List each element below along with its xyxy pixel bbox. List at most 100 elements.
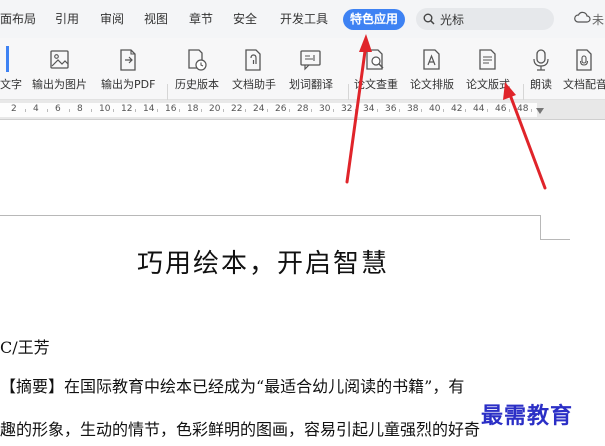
ruler-tick	[487, 109, 488, 112]
ruler-number: 46	[495, 104, 507, 114]
ruler-number: 14	[143, 104, 155, 114]
ruler-tick	[135, 109, 136, 112]
ruler-tick	[333, 109, 334, 112]
paper-layout-label: 论文排版	[410, 78, 454, 91]
menu-tab-bar: 面布局 引用 审阅 视图 章节 安全 开发工具 特色应用 光标 未	[0, 0, 605, 38]
tab-security[interactable]: 安全	[233, 11, 257, 27]
horizontal-ruler[interactable]: 2 4 6 8 10 12 14 16 18 20 22 24 26 28 30 32 34 36 38 40 42 44…	[0, 100, 605, 120]
ruler-number: 24	[253, 104, 265, 114]
page-margin-corner-ext	[540, 239, 570, 240]
page-margin-line	[0, 215, 540, 216]
export-image-button[interactable]: 输出为图片	[32, 46, 87, 91]
paper-layout-button[interactable]: 论文排版	[410, 46, 454, 91]
ruler-tick	[25, 109, 26, 112]
ruler-tick	[465, 109, 466, 112]
paper-check-icon	[364, 46, 388, 72]
document-title[interactable]: 巧用绘本，开启智慧	[137, 243, 389, 280]
ruler-number: 34	[363, 104, 375, 114]
cloud-icon[interactable]	[574, 10, 591, 24]
read-aloud-icon	[530, 46, 552, 72]
ribbon-toolbar: 文字 输出为图片 输出为PDF 历史版本 文档助手 划词翻译 论文查重 论文排版…	[0, 38, 605, 100]
ribbon-separator	[167, 84, 168, 100]
read-aloud-button[interactable]: 朗读	[530, 46, 552, 91]
ruler-number: 12	[121, 104, 133, 114]
ruler-number: 10	[99, 104, 111, 114]
abstract-line-1[interactable]: 【摘要】在国际教育中绘本已经成为“最适合幼儿阅读的书籍”，有	[0, 373, 464, 397]
doc-dubbing-button[interactable]: 文档配音	[563, 46, 605, 91]
ribbon-separator	[348, 84, 349, 100]
ruler-number: 22	[231, 104, 243, 114]
tab-view[interactable]: 视图	[144, 11, 168, 27]
paper-format-icon	[476, 46, 500, 72]
ruler-number: 4	[33, 104, 39, 114]
document-author[interactable]: C/王芳	[0, 334, 50, 358]
ruler-tick	[399, 109, 400, 112]
ruler-tick	[91, 109, 92, 112]
tab-review[interactable]: 审阅	[100, 11, 124, 27]
tab-special-apps[interactable]: 特色应用	[343, 9, 406, 30]
indent-marker-icon[interactable]	[536, 108, 544, 116]
history-version-icon	[186, 46, 208, 72]
ruler-number: 2	[11, 104, 17, 114]
ruler-number: 18	[187, 104, 199, 114]
ruler-tick	[113, 109, 114, 112]
ruler-number: 32	[341, 104, 353, 114]
export-image-label: 输出为图片	[32, 78, 87, 91]
image-to-text-label: 文字	[0, 78, 22, 91]
ruler-number: 6	[55, 104, 61, 114]
tab-developer-tools[interactable]: 开发工具	[280, 11, 328, 27]
cloud-label: 未	[592, 13, 605, 27]
ruler-number: 8	[77, 104, 83, 114]
paper-format-button[interactable]: 论文版式	[466, 46, 510, 91]
export-pdf-icon	[117, 46, 139, 72]
search-box[interactable]: 光标	[416, 8, 554, 30]
ruler-number: 26	[275, 104, 287, 114]
ruler-tick	[157, 109, 158, 112]
ruler-tick	[47, 109, 48, 112]
doc-dubbing-label: 文档配音	[563, 78, 605, 91]
ruler-number: 42	[451, 104, 463, 114]
tab-references[interactable]: 引用	[55, 11, 79, 27]
ruler-tick	[377, 109, 378, 112]
read-aloud-label: 朗读	[530, 78, 552, 91]
ruler-number: 16	[165, 104, 177, 114]
ruler-number: 44	[473, 104, 485, 114]
ribbon-separator	[523, 84, 524, 100]
ruler-number: 20	[209, 104, 221, 114]
ruler-number: 36	[385, 104, 397, 114]
page-margin-corner	[540, 215, 541, 239]
ruler-tick	[421, 109, 422, 112]
word-translate-button[interactable]: 划词翻译	[289, 46, 333, 91]
image-to-text-icon	[6, 46, 16, 72]
ruler-tick	[69, 109, 70, 112]
paper-layout-icon	[420, 46, 444, 72]
ruler-tick	[311, 109, 312, 112]
image-to-text-button[interactable]: 文字	[0, 46, 22, 91]
ruler-tick	[201, 109, 202, 112]
history-version-label: 历史版本	[175, 78, 219, 91]
doc-assistant-icon	[243, 46, 265, 72]
search-icon	[423, 13, 435, 25]
ruler-tick	[531, 109, 532, 112]
ruler-tick	[179, 109, 180, 112]
ruler-tick	[443, 109, 444, 112]
search-label: 光标	[440, 13, 465, 27]
ruler-number: 38	[407, 104, 419, 114]
paper-check-label: 论文查重	[354, 78, 398, 91]
ruler-number: 30	[319, 104, 331, 114]
tab-page-layout[interactable]: 面布局	[0, 11, 36, 27]
export-image-icon	[49, 46, 71, 72]
word-translate-icon	[299, 46, 323, 72]
watermark-logo: 最需教育	[481, 403, 574, 429]
ruler-tick	[223, 109, 224, 112]
paper-check-button[interactable]: 论文查重	[354, 46, 398, 91]
paper-format-label: 论文版式	[466, 78, 510, 91]
abstract-line-2[interactable]: 趣的形象，生动的情节，色彩鲜明的图画，容易引起儿童强烈的好奇	[0, 416, 480, 440]
ruler-tick	[245, 109, 246, 112]
doc-assistant-button[interactable]: 文档助手	[232, 46, 276, 91]
export-pdf-button[interactable]: 输出为PDF	[101, 46, 155, 91]
ruler-number: 28	[297, 104, 309, 114]
tab-chapter[interactable]: 章节	[189, 11, 213, 27]
word-translate-label: 划词翻译	[289, 78, 333, 91]
history-version-button[interactable]: 历史版本	[175, 46, 219, 91]
